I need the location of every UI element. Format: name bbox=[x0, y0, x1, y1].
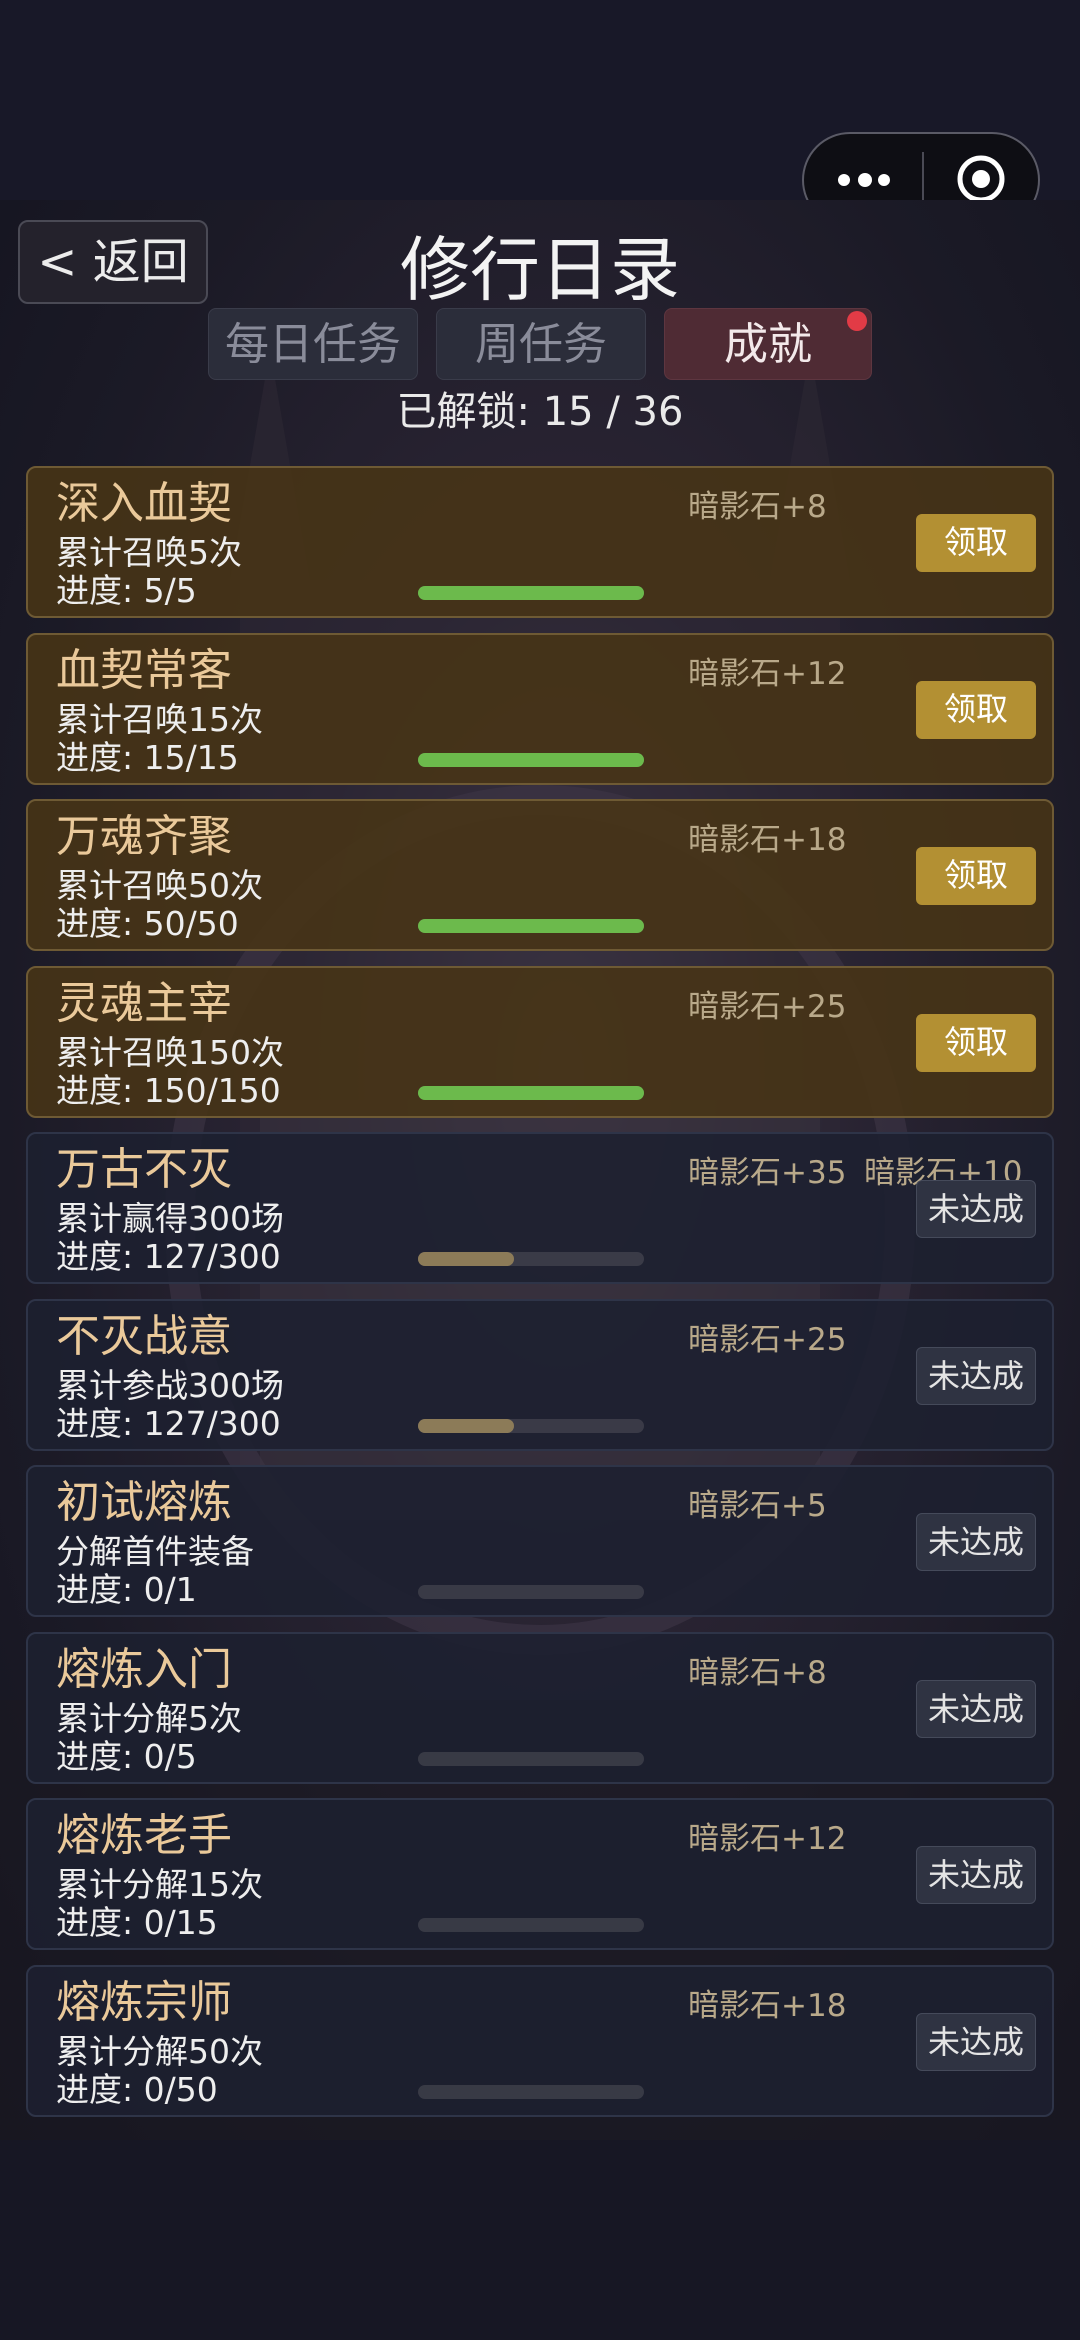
achievement-desc: 累计分解15次 bbox=[56, 1865, 263, 1904]
progress-bar bbox=[418, 1086, 644, 1100]
claim-button[interactable]: 领取 bbox=[916, 681, 1036, 739]
achievement-name: 万魂齐聚 bbox=[56, 811, 232, 862]
achievement-name: 灵魂主宰 bbox=[56, 978, 232, 1029]
progress-bar-fill bbox=[418, 919, 644, 933]
achievement-name: 熔炼宗师 bbox=[56, 1977, 232, 2028]
progress-bar bbox=[418, 919, 644, 933]
achievement-desc: 累计召唤50次 bbox=[56, 866, 263, 905]
tab-daily[interactable]: 每日任务 bbox=[208, 308, 418, 380]
achievement-card: 万古不灭 累计赢得300场 进度: 127/300 暗影石+35 暗影石+10 未达成 bbox=[26, 1132, 1054, 1284]
achievement-progress-text: 进度: 0/1 bbox=[56, 1570, 197, 1609]
achievement-progress-text: 进度: 0/5 bbox=[56, 1737, 197, 1776]
back-button[interactable]: < 返回 bbox=[18, 220, 208, 304]
tab-achievements-label: 成就 bbox=[724, 319, 812, 370]
achievement-progress-text: 进度: 127/300 bbox=[56, 1237, 281, 1276]
progress-bar bbox=[418, 1752, 644, 1766]
achievement-card: 不灭战意累计参战300场 进度: 127/300 暗影石+25 未达成 bbox=[26, 1299, 1054, 1451]
achievement-progress-text: 进度: 0/50 bbox=[56, 2070, 218, 2109]
achievement-reward: 暗影石+8 bbox=[688, 1655, 827, 1691]
progress-bar-fill bbox=[418, 753, 644, 767]
achievement-reward: 暗影石+18 bbox=[688, 1988, 847, 2024]
achievement-card: 熔炼入门累计分解5次 进度: 0/5 暗影石+8 未达成 bbox=[26, 1632, 1054, 1784]
achievement-progress-text: 进度: 50/50 bbox=[56, 904, 239, 943]
progress-bar-fill bbox=[418, 1086, 644, 1100]
achievement-name: 不灭战意 bbox=[56, 1311, 232, 1362]
claim-button[interactable]: 领取 bbox=[916, 847, 1036, 905]
achievement-reward: 暗影石+25 bbox=[688, 989, 847, 1025]
achievement-desc: 累计分解50次 bbox=[56, 2032, 263, 2071]
achievement-desc: 累计赢得300场 bbox=[56, 1199, 284, 1238]
not-achieved-button[interactable]: 未达成 bbox=[916, 1846, 1036, 1904]
bottom-safe-area bbox=[0, 2140, 1080, 2340]
achievement-name: 血契常客 bbox=[56, 645, 232, 696]
progress-bar bbox=[418, 1419, 644, 1433]
achievement-card: 血契常客累计召唤15次 进度: 15/15 暗影石+12 领取 bbox=[26, 633, 1054, 785]
not-achieved-button[interactable]: 未达成 bbox=[916, 1680, 1036, 1738]
achievement-progress-text: 进度: 5/5 bbox=[56, 571, 197, 610]
achievement-reward: 暗影石+12 bbox=[688, 1821, 847, 1857]
achievement-desc: 累计召唤5次 bbox=[56, 533, 242, 572]
progress-bar bbox=[418, 1918, 644, 1932]
close-miniprogram-icon[interactable] bbox=[956, 154, 1006, 204]
achievement-card: 万魂齐聚累计召唤50次 进度: 50/50 暗影石+18 领取 bbox=[26, 799, 1054, 951]
claim-button[interactable]: 领取 bbox=[916, 1014, 1036, 1072]
unlocked-count: 已解锁: 15 / 36 bbox=[396, 389, 684, 435]
achievement-progress-text: 进度: 150/150 bbox=[56, 1071, 281, 1110]
achievement-reward: 暗影石+12 bbox=[688, 656, 847, 692]
not-achieved-button[interactable]: 未达成 bbox=[916, 1347, 1036, 1405]
achievement-desc: 分解首件装备 bbox=[56, 1532, 254, 1571]
achievement-reward: 暗影石+35 bbox=[688, 1155, 847, 1191]
achievement-name: 深入血契 bbox=[56, 478, 232, 529]
tab-weekly[interactable]: 周任务 bbox=[436, 308, 646, 380]
achievement-name: 初试熔炼 bbox=[56, 1477, 232, 1528]
achievement-card: 熔炼老手累计分解15次 进度: 0/15 暗影石+12 未达成 bbox=[26, 1798, 1054, 1950]
achievement-progress-text: 进度: 15/15 bbox=[56, 738, 239, 777]
progress-bar bbox=[418, 586, 644, 600]
progress-bar bbox=[418, 2085, 644, 2099]
achievement-progress-text: 进度: 0/15 bbox=[56, 1903, 218, 1942]
progress-bar bbox=[418, 1252, 644, 1266]
achievement-card: 初试熔炼分解首件装备 进度: 0/1 暗影石+5 未达成 bbox=[26, 1465, 1054, 1617]
achievement-name: 万古不灭 bbox=[56, 1144, 232, 1195]
achievement-desc: 累计分解5次 bbox=[56, 1699, 242, 1738]
achievement-name: 熔炼老手 bbox=[56, 1810, 232, 1861]
achievement-progress-text: 进度: 127/300 bbox=[56, 1404, 281, 1443]
achievement-reward: 暗影石+5 bbox=[688, 1488, 827, 1524]
more-icon[interactable] bbox=[838, 164, 908, 196]
achievement-reward: 暗影石+8 bbox=[688, 489, 827, 525]
achievement-screen: < 返回 修行日录 每日任务 周任务 成就 已解锁: 15 / 36 深入血契累… bbox=[0, 200, 1080, 2140]
page-title: 修行日录 bbox=[400, 229, 680, 311]
achievement-card: 深入血契累计召唤5次 进度: 5/5 暗影石+8 领取 bbox=[26, 466, 1054, 618]
achievement-reward: 暗影石+18 bbox=[688, 822, 847, 858]
achievement-desc: 累计参战300场 bbox=[56, 1366, 284, 1405]
achievement-reward: 暗影石+25 bbox=[688, 1322, 847, 1358]
progress-bar-fill bbox=[418, 1419, 514, 1433]
progress-bar bbox=[418, 753, 644, 767]
notification-badge bbox=[847, 311, 867, 331]
progress-bar bbox=[418, 1585, 644, 1599]
achievement-name: 熔炼入门 bbox=[56, 1644, 232, 1695]
not-achieved-button[interactable]: 未达成 bbox=[916, 2013, 1036, 2071]
achievement-card: 灵魂主宰累计召唤150次 进度: 150/150 暗影石+25 领取 bbox=[26, 966, 1054, 1118]
achievement-desc: 累计召唤150次 bbox=[56, 1033, 284, 1072]
claim-button[interactable]: 领取 bbox=[916, 514, 1036, 572]
achievement-desc: 累计召唤15次 bbox=[56, 700, 263, 739]
progress-bar-fill bbox=[418, 1252, 514, 1266]
progress-bar-fill bbox=[418, 586, 644, 600]
tab-achievements[interactable]: 成就 bbox=[664, 308, 872, 380]
achievement-card: 熔炼宗师累计分解50次 进度: 0/50 暗影石+18 未达成 bbox=[26, 1965, 1054, 2117]
not-achieved-button[interactable]: 未达成 bbox=[916, 1180, 1036, 1238]
not-achieved-button[interactable]: 未达成 bbox=[916, 1513, 1036, 1571]
